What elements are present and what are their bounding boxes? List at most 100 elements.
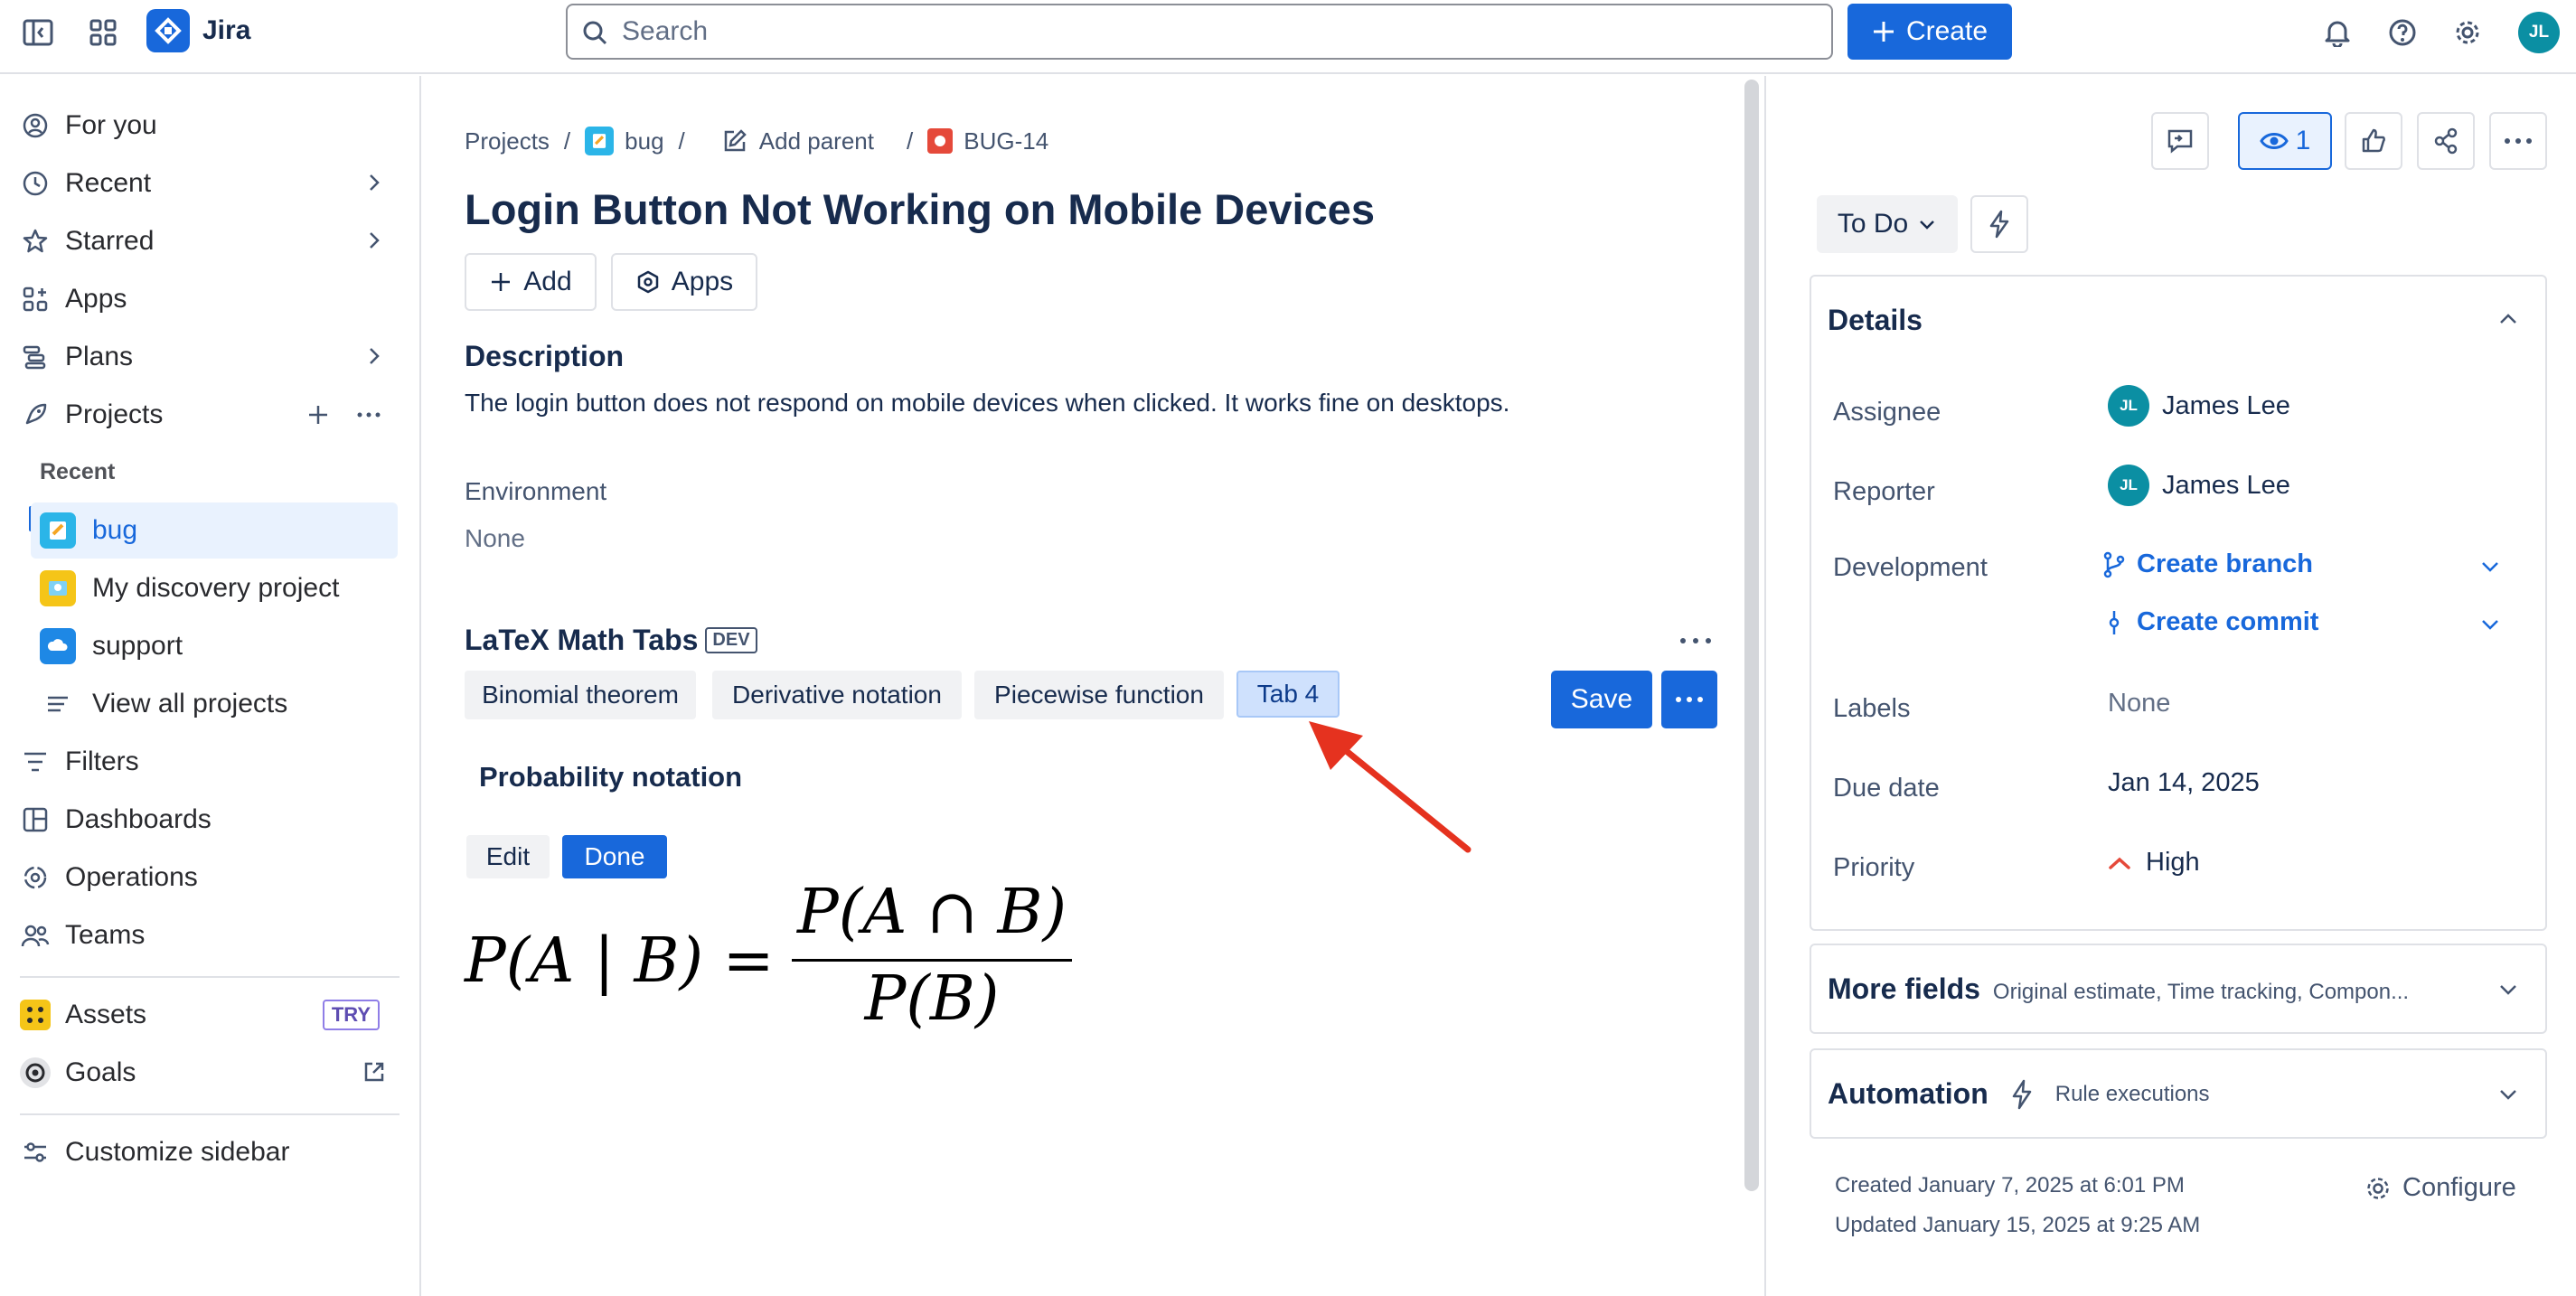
create-commit-label: Create commit xyxy=(2137,607,2319,636)
environment-label: Environment xyxy=(465,477,607,505)
chevron-right-icon[interactable] xyxy=(362,343,387,369)
sidebar-item-customize[interactable]: Customize sidebar xyxy=(20,1124,400,1180)
assignee-field[interactable]: JL James Lee xyxy=(2108,385,2290,427)
search-icon xyxy=(583,21,607,45)
sidebar-item-goals[interactable]: Goals xyxy=(20,1045,400,1101)
tab-derivative-notation[interactable]: Derivative notation xyxy=(712,671,962,719)
sidebar-item-label: Apps xyxy=(65,284,127,314)
user-avatar[interactable]: JL xyxy=(2518,12,2560,53)
sidebar-item-apps[interactable]: Apps xyxy=(20,271,400,327)
bug-project-icon xyxy=(585,127,615,155)
updated-timestamp: Updated January 15, 2025 at 9:25 AM xyxy=(1835,1213,2201,1237)
more-options-icon xyxy=(1676,697,1703,702)
details-panel: Details xyxy=(1810,275,2547,931)
share-button[interactable] xyxy=(2417,112,2475,170)
sidebar-item-plans[interactable]: Plans xyxy=(20,329,400,385)
edit-button[interactable]: Edit xyxy=(466,835,550,878)
more-actions-button[interactable] xyxy=(2489,112,2547,170)
save-more-button[interactable] xyxy=(1661,671,1717,728)
sidebar-item-projects[interactable]: Projects xyxy=(20,387,400,443)
search-input[interactable]: Search xyxy=(566,4,1833,60)
sidebar-item-label: Teams xyxy=(65,920,146,950)
apps-button[interactable]: Apps xyxy=(611,253,757,311)
create-button[interactable]: Create xyxy=(1847,4,2012,60)
chevron-right-icon[interactable] xyxy=(362,170,387,195)
plus-icon xyxy=(1873,22,1894,42)
actions-bolt-button[interactable] xyxy=(1970,195,2028,253)
more-options-icon[interactable] xyxy=(1678,627,1714,654)
create-branch-link[interactable]: Create branch xyxy=(2102,549,2313,579)
like-button[interactable] xyxy=(2345,112,2402,170)
sidebar-toggle-icon[interactable] xyxy=(18,14,58,51)
priority-value: High xyxy=(2146,848,2200,877)
external-link-icon[interactable] xyxy=(362,1059,387,1085)
sidebar-item-label: Goals xyxy=(65,1057,136,1087)
priority-field[interactable]: High xyxy=(2108,848,2200,878)
automation-panel[interactable]: Automation Rule executions xyxy=(1810,1048,2547,1139)
create-commit-link[interactable]: Create commit xyxy=(2102,607,2318,637)
list-icon xyxy=(40,686,76,722)
description-text[interactable]: The login button does not respond on mob… xyxy=(465,389,1509,418)
tab-4[interactable]: Tab 4 xyxy=(1236,671,1340,718)
chevron-down-icon[interactable] xyxy=(2478,613,2502,636)
more-fields-panel[interactable]: More fields Original estimate, Time trac… xyxy=(1810,944,2547,1034)
sidebar-project-support[interactable]: support xyxy=(31,618,398,674)
jira-logo[interactable]: Jira xyxy=(146,9,250,52)
assignee-name: James Lee xyxy=(2162,390,2290,420)
commit-icon xyxy=(2109,610,2120,634)
more-options-icon[interactable] xyxy=(354,402,383,427)
settings-gear-icon xyxy=(2367,1177,2389,1199)
lightning-bolt-icon xyxy=(2012,1079,2031,1109)
chevron-up-icon[interactable] xyxy=(2496,307,2520,331)
create-branch-label: Create branch xyxy=(2137,549,2314,578)
eye-icon xyxy=(2259,133,2289,149)
automation-header: Automation Rule executions xyxy=(1828,1077,2210,1111)
watch-button[interactable]: 1 xyxy=(2238,112,2332,170)
sidebar-project-bug[interactable]: bug xyxy=(31,502,398,559)
feedback-button[interactable] xyxy=(2151,112,2209,170)
sidebar-item-assets[interactable]: Assets TRY xyxy=(20,987,400,1043)
sidebar-item-filters[interactable]: Filters xyxy=(20,734,400,790)
breadcrumb-bug[interactable]: bug xyxy=(625,127,663,155)
breadcrumb-add-parent[interactable]: Add parent xyxy=(759,127,874,155)
add-project-plus-icon[interactable] xyxy=(306,402,331,427)
status-dropdown[interactable]: To Do xyxy=(1817,195,1958,253)
details-heading[interactable]: Details xyxy=(1828,304,1923,337)
tab-binomial-theorem[interactable]: Binomial theorem xyxy=(465,671,696,719)
chevron-down-icon[interactable] xyxy=(2478,555,2502,578)
more-fields-heading: More fields xyxy=(1828,972,1980,1005)
breadcrumb-projects[interactable]: Projects xyxy=(465,127,550,155)
settings-gear-icon[interactable] xyxy=(2449,14,2486,51)
sidebar-item-operations[interactable]: Operations xyxy=(20,850,400,906)
help-icon[interactable] xyxy=(2384,14,2421,51)
environment-value[interactable]: None xyxy=(465,524,525,553)
sidebar-item-label: Filters xyxy=(65,747,139,776)
save-button[interactable]: Save xyxy=(1551,671,1652,728)
notifications-bell-icon[interactable] xyxy=(2319,14,2355,51)
more-fields-hint: Original estimate, Time tracking, Compon… xyxy=(1992,980,2410,1004)
due-date-value[interactable]: Jan 14, 2025 xyxy=(2108,768,2260,798)
priority-high-icon xyxy=(2109,857,2130,869)
add-button[interactable]: Add xyxy=(465,253,597,311)
sidebar-item-for-you[interactable]: For you xyxy=(20,98,400,154)
created-timestamp: Created January 7, 2025 at 6:01 PM xyxy=(1835,1173,2185,1197)
operations-icon xyxy=(20,862,51,893)
sidebar-project-discovery[interactable]: My discovery project xyxy=(31,560,398,616)
sidebar-item-starred[interactable]: Starred xyxy=(20,213,400,269)
main-scrollbar[interactable] xyxy=(1744,80,1759,1191)
breadcrumb-issue-key[interactable]: BUG-14 xyxy=(964,127,1048,155)
labels-value[interactable]: None xyxy=(2108,689,2170,718)
sidebar-item-recent[interactable]: Recent xyxy=(20,155,400,211)
reporter-field[interactable]: JL James Lee xyxy=(2108,465,2290,506)
issue-title[interactable]: Login Button Not Working on Mobile Devic… xyxy=(465,184,1375,234)
configure-button[interactable]: Configure xyxy=(2364,1173,2516,1203)
lightning-bolt-icon xyxy=(1989,210,2009,239)
project-label: support xyxy=(92,631,183,661)
sidebar-item-dashboards[interactable]: Dashboards xyxy=(20,792,400,848)
tab-piecewise-function[interactable]: Piecewise function xyxy=(974,671,1224,719)
app-switcher-icon[interactable] xyxy=(83,14,123,51)
sidebar-view-all-projects[interactable]: View all projects xyxy=(31,676,398,732)
chevron-right-icon[interactable] xyxy=(362,228,387,253)
sidebar-item-teams[interactable]: Teams xyxy=(20,907,400,963)
done-button[interactable]: Done xyxy=(562,835,667,878)
